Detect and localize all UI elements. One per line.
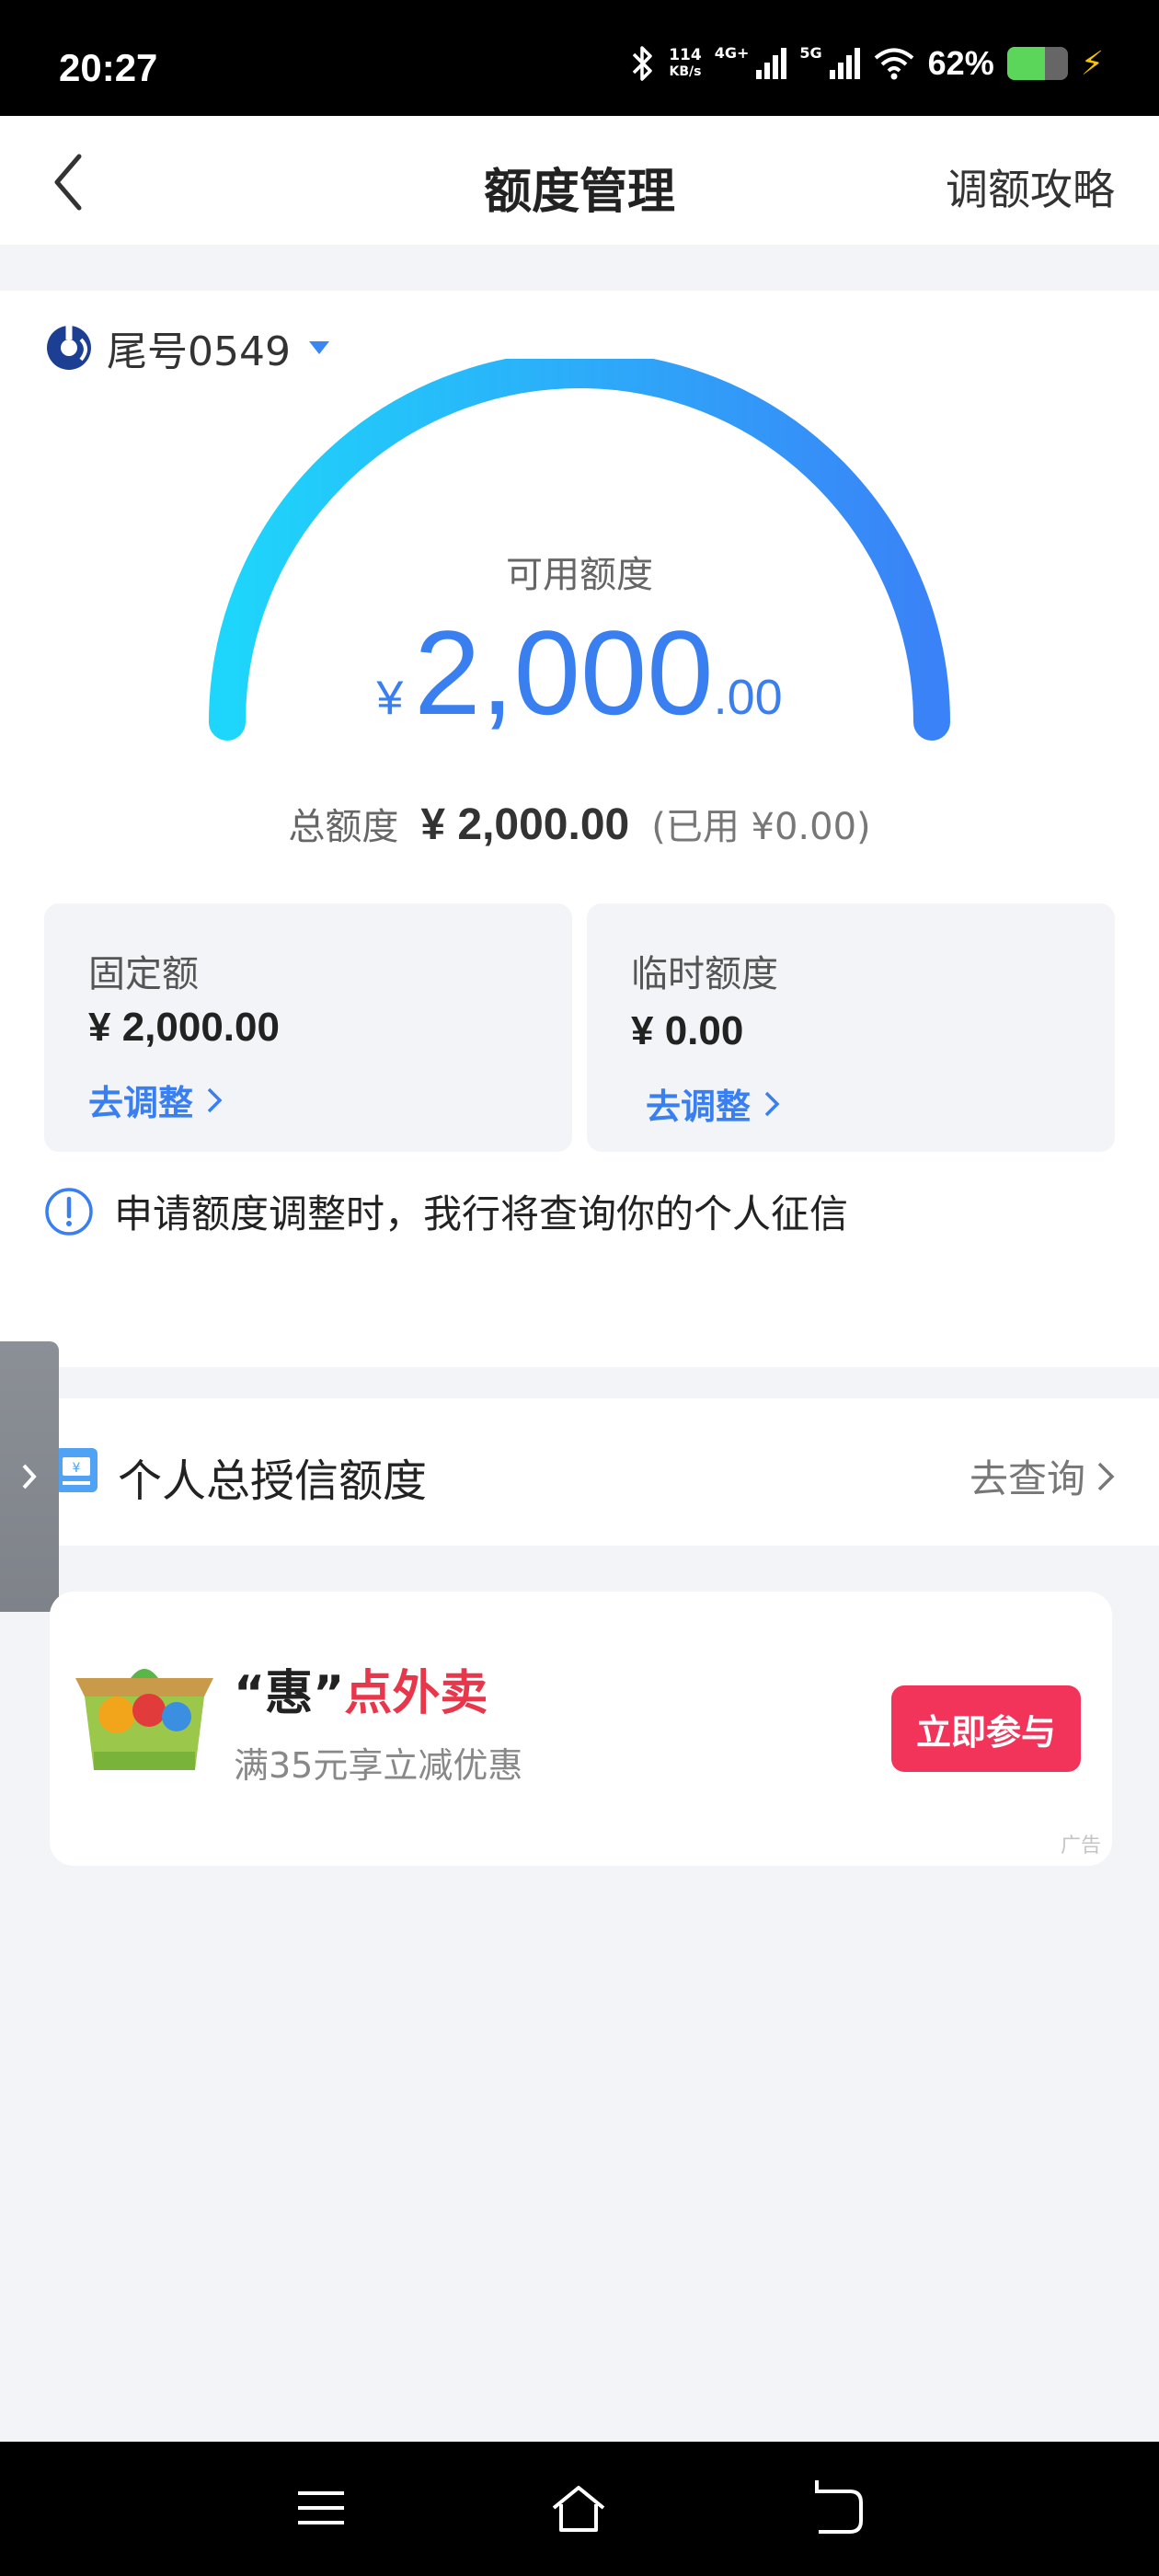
available-limit-integer: 2,000 [414, 605, 714, 740]
currency-symbol: ¥ [376, 672, 404, 725]
bank-logo-icon [47, 326, 91, 370]
signal-5g-icon [829, 48, 860, 79]
menu-icon[interactable] [289, 2478, 353, 2539]
temporary-limit-box: 临时额度 ¥ 0.00 去调整 [587, 903, 1115, 1152]
ad-title: “惠”点外卖 [234, 1654, 488, 1723]
fixed-limit-adjust-link[interactable]: 去调整 [88, 1075, 223, 1125]
network-speed: 114 KB/s [669, 47, 702, 80]
join-now-button[interactable]: 立即参与 [891, 1685, 1081, 1772]
chevron-right-icon [207, 1087, 223, 1112]
temporary-limit-amount: ¥ 0.00 [631, 1008, 744, 1053]
ad-title-quote: “惠” [234, 1666, 345, 1721]
fixed-limit-amount: ¥ 2,000.00 [88, 1005, 280, 1050]
chevron-right-icon [764, 1091, 780, 1116]
total-limit-row: 总额度 ¥ 2,000.00 (已用 ¥0.00) [0, 797, 1159, 850]
signal-4g-label: 4G+ [714, 44, 750, 62]
available-limit-amount: ¥ 2,000 .00 [0, 613, 1159, 732]
info-icon [45, 1187, 93, 1236]
battery-percent: 62% [927, 44, 994, 82]
chevron-right-icon [1097, 1462, 1115, 1490]
ad-subtitle: 满35元享立减优惠 [234, 1745, 523, 1786]
header: 额度管理 调额攻略 [0, 116, 1159, 245]
fixed-limit-box: 固定额 ¥ 2,000.00 去调整 [44, 903, 572, 1152]
food-box-image [75, 1669, 213, 1770]
query-credit-link[interactable]: 去查询 [970, 1448, 1115, 1504]
temporary-limit-label: 临时额度 [631, 953, 778, 995]
fixed-adjust-label: 去调整 [88, 1083, 194, 1123]
notice-text: 申请额度调整时，我行将查询你的个人征信 [114, 1191, 849, 1236]
system-nav-bar [0, 2442, 1159, 2576]
chevron-right-icon [22, 1464, 37, 1489]
fixed-limit-label: 固定额 [88, 953, 199, 995]
temporary-limit-adjust-link[interactable]: 去调整 [646, 1078, 780, 1129]
personal-credit-title: 个人总授信额度 [118, 1455, 428, 1507]
available-limit-label: 可用额度 [506, 554, 653, 596]
network-speed-unit: KB/s [669, 64, 702, 79]
signal-4g-icon [756, 48, 787, 79]
bluetooth-icon [632, 46, 652, 81]
ad-title-highlight: 点外卖 [344, 1666, 488, 1721]
back-nav-icon[interactable] [806, 2478, 870, 2539]
used-amount: (已用 ¥0.00) [651, 806, 871, 848]
battery-icon [1006, 47, 1068, 80]
total-limit-amount: ¥ 2,000.00 [420, 800, 630, 849]
limit-guide-link[interactable]: 调额攻略 [946, 156, 1115, 217]
credit-card-icon: ¥ [55, 1448, 98, 1492]
signal-5g-label: 5G [799, 44, 822, 62]
query-credit-label: 去查询 [969, 1456, 1085, 1501]
charging-icon: ⚡ [1080, 44, 1104, 83]
dropdown-arrow-icon [308, 341, 329, 354]
credit-check-notice: 申请额度调整时，我行将查询你的个人征信 [44, 1183, 848, 1239]
status-time: 20:27 [59, 46, 158, 89]
wifi-icon [874, 48, 913, 80]
side-expand-tab[interactable] [0, 1341, 59, 1612]
status-bar: 20:27 114 KB/s 4G+ 5G 62% ⚡ [0, 0, 1159, 116]
home-icon[interactable] [546, 2478, 611, 2539]
limit-card: 尾号0549 可用额度 ¥ 2,000 .00 总额度 ¥ 2,000.00 (… [0, 291, 1159, 1367]
ad-tag: 广告 [1060, 1834, 1101, 1857]
svg-text:¥: ¥ [73, 1461, 81, 1476]
available-limit-decimal: .00 [713, 670, 783, 725]
network-speed-value: 114 [669, 46, 702, 64]
personal-credit-row[interactable]: ¥ 个人总授信额度 去查询 [0, 1398, 1159, 1546]
status-icons: 114 KB/s 4G+ 5G 62% ⚡ [628, 44, 1104, 83]
ad-banner[interactable]: “惠”点外卖 满35元享立减优惠 立即参与 广告 [50, 1592, 1112, 1866]
total-limit-label: 总额度 [288, 806, 399, 848]
temporary-adjust-label: 去调整 [646, 1087, 752, 1127]
